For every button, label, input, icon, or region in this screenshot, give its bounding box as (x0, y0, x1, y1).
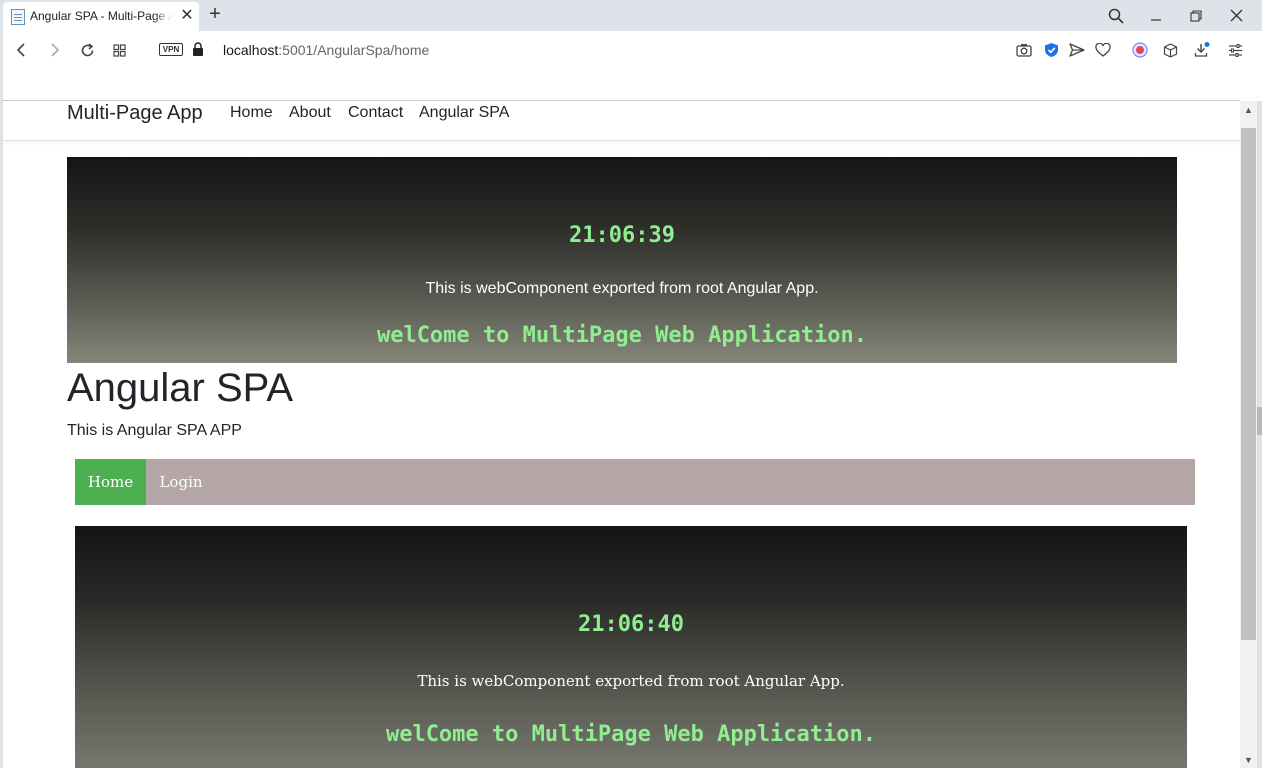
root-web-component: 21:06:39 This is webComponent exported f… (67, 157, 1177, 363)
back-button[interactable] (11, 40, 33, 60)
download-icon (1194, 42, 1210, 57)
clock-time: 21:06:40 (578, 612, 684, 637)
welcome-message: welCome to MultiPage Web Application. (376, 323, 868, 348)
spa-nav-home[interactable]: Home (75, 459, 146, 505)
speed-dial-button[interactable] (108, 40, 130, 60)
page-title: Angular SPA (67, 366, 294, 410)
profile-button[interactable] (1131, 41, 1149, 59)
profile-avatar-icon (1132, 42, 1148, 58)
url-host: localhost (223, 42, 279, 58)
restore-icon (1190, 9, 1202, 22)
snapshot-button[interactable] (1015, 41, 1033, 59)
tab-title: Angular SPA - Multi-Page App (30, 9, 172, 23)
close-tab-icon[interactable]: ✕ (178, 7, 196, 25)
address-toolbar: VPN localhost:5001/AngularSpa/home (0, 31, 1262, 69)
send-button[interactable] (1068, 41, 1086, 59)
scroll-down-arrow-icon[interactable]: ▼ (1240, 751, 1257, 768)
arrow-left-icon (16, 43, 25, 57)
close-window-button[interactable] (1219, 0, 1253, 31)
site-navbar: Multi-Page App Home About Contact Angula… (3, 101, 1240, 141)
cube-icon (1163, 42, 1177, 58)
minimize-button[interactable] (1139, 0, 1173, 31)
browser-tab[interactable]: Angular SPA - Multi-Page App ✕ (3, 2, 199, 31)
scrollbar-thumb[interactable] (1241, 128, 1256, 640)
send-icon (1069, 43, 1085, 57)
restore-button[interactable] (1179, 0, 1213, 31)
window-resize-handle[interactable] (1257, 407, 1262, 435)
downloads-button[interactable] (1193, 41, 1211, 59)
url-path: :5001/AngularSpa/home (278, 42, 430, 58)
reload-button[interactable] (76, 40, 98, 60)
heart-icon (1095, 43, 1111, 57)
navbar-brand[interactable]: Multi-Page App (67, 102, 203, 125)
minimize-icon (1151, 18, 1161, 21)
vpn-badge[interactable]: VPN (159, 43, 183, 56)
new-tab-button[interactable]: + (204, 4, 226, 26)
welcome-message: welCome to MultiPage Web Application. (385, 722, 877, 747)
favorites-button[interactable] (1094, 41, 1112, 59)
scroll-up-arrow-icon[interactable]: ▲ (1240, 101, 1257, 118)
clock-time: 21:06:39 (569, 223, 675, 248)
search-icon (1108, 8, 1124, 24)
nav-link-angular-spa[interactable]: Angular SPA (419, 104, 509, 122)
component-description: This is webComponent exported from root … (417, 672, 845, 690)
camera-icon (1016, 44, 1032, 57)
spa-nav-bar: Home Login (75, 459, 1195, 505)
spa-nav-login[interactable]: Login (146, 459, 216, 505)
page-subtitle: This is Angular SPA APP (67, 422, 242, 439)
component-description: This is webComponent exported from root … (425, 280, 819, 297)
url-field[interactable]: localhost:5001/AngularSpa/home (223, 42, 429, 58)
nav-link-contact[interactable]: Contact (348, 104, 403, 122)
spa-web-component: 21:06:40 This is webComponent exported f… (75, 526, 1187, 768)
shield-button[interactable] (1042, 41, 1060, 59)
page-viewport: Multi-Page App Home About Contact Angula… (3, 101, 1240, 768)
grid-icon (112, 43, 126, 57)
page-favicon-icon (11, 9, 25, 25)
nav-link-home[interactable]: Home (230, 104, 273, 122)
lock-icon[interactable] (192, 42, 204, 56)
toolbar-spacer (0, 69, 1262, 100)
arrow-right-icon (51, 43, 60, 57)
browser-tab-bar: Angular SPA - Multi-Page App ✕ + (0, 0, 1262, 31)
close-icon (1230, 9, 1242, 22)
easy-setup-button[interactable] (1226, 41, 1244, 59)
shield-check-icon (1044, 43, 1058, 57)
nav-link-about[interactable]: About (289, 104, 331, 122)
search-tabs-button[interactable] (1099, 0, 1133, 31)
extensions-button[interactable] (1161, 41, 1179, 59)
reload-icon (81, 42, 93, 56)
settings-sliders-icon (1228, 43, 1242, 57)
forward-button[interactable] (43, 40, 65, 60)
